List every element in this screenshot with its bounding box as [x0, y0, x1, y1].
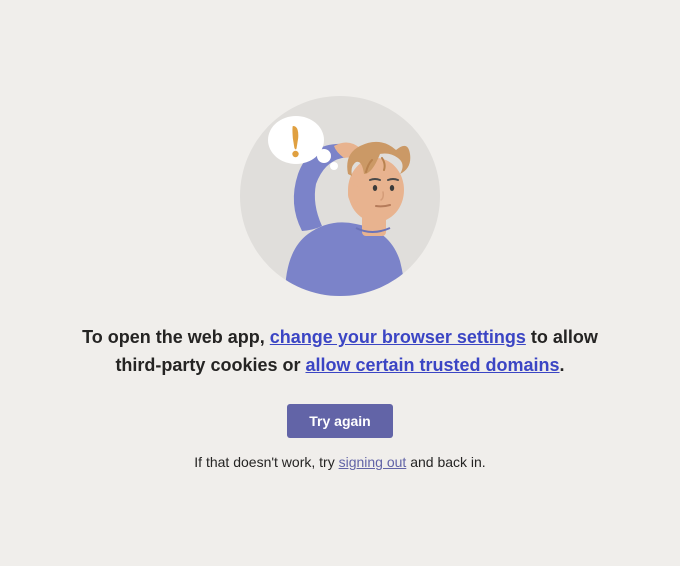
signout-hint: If that doesn't work, try signing out an… — [194, 454, 485, 470]
signout-hint-suffix: and back in. — [406, 454, 485, 470]
message-text-suffix: . — [560, 355, 565, 375]
sign-out-link[interactable]: signing out — [339, 454, 407, 470]
error-message: To open the web app, change your browser… — [60, 324, 620, 380]
try-again-button[interactable]: Try again — [287, 404, 392, 438]
allow-trusted-domains-link[interactable]: allow certain trusted domains — [305, 355, 559, 375]
change-browser-settings-link[interactable]: change your browser settings — [270, 327, 526, 347]
confused-person-illustration — [240, 96, 440, 296]
message-text-prefix: To open the web app, — [82, 327, 270, 347]
signout-hint-prefix: If that doesn't work, try — [194, 454, 338, 470]
